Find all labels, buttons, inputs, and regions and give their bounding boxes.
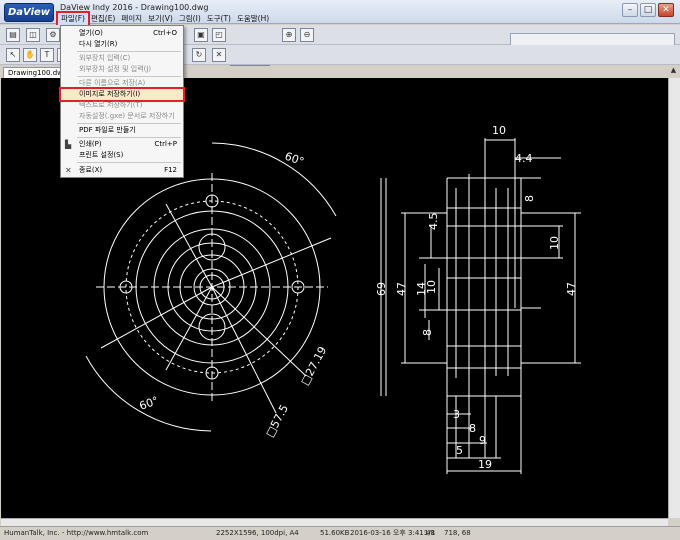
open-icon[interactable]: ▤ xyxy=(6,28,20,42)
menu-print[interactable]: ▙ 인쇄(P) Ctrl+P xyxy=(61,139,183,150)
vertical-scrollbar[interactable] xyxy=(668,78,680,518)
dim-10-top: 10 xyxy=(492,124,506,137)
dim-angle-bottom: 60° xyxy=(138,394,161,413)
menu-make-pdf[interactable]: PDF 파일로 만들기 xyxy=(61,125,183,136)
text-icon[interactable]: T xyxy=(40,48,54,62)
zoom-out-icon[interactable]: ⊖ xyxy=(300,28,314,42)
dim-10-mid: 10 xyxy=(425,280,438,294)
dim-10-right: 10 xyxy=(548,236,561,250)
menu-reopen[interactable]: 다시 열기(R) xyxy=(61,39,183,50)
window-title: DaView Indy 2016 - Drawing100.dwg xyxy=(60,3,209,12)
dim-8-bottom: 8 xyxy=(469,422,476,435)
status-info: 2252X1596, 100dpi, A4 xyxy=(216,529,299,537)
dim-9: 9 xyxy=(479,434,486,447)
menu-tools[interactable]: 도구(T) xyxy=(204,13,234,25)
menu-page[interactable]: 페이지 xyxy=(118,13,145,25)
dim-69: 69 xyxy=(375,282,388,296)
menu-file[interactable]: 파일(F) xyxy=(56,11,90,27)
menu-view[interactable]: 보기(V) xyxy=(145,13,176,25)
menu-separator xyxy=(77,137,181,138)
minimize-button[interactable]: – xyxy=(622,3,638,17)
dim-47-right: 47 xyxy=(565,282,578,296)
rotate-icon[interactable]: ↻ xyxy=(192,48,206,62)
app-logo: DaView xyxy=(4,3,54,22)
dim-44: 4.4 xyxy=(515,152,533,165)
dim-angle-top: 60° xyxy=(283,150,306,169)
status-company: HumanTalk, Inc. - http://www.hmtalk.com xyxy=(4,529,149,537)
status-size: 51.60KB xyxy=(320,529,350,537)
menu-save-as-text[interactable]: 텍스트로 저장하기(T) xyxy=(61,100,183,111)
menu-separator xyxy=(77,76,181,77)
menu-external-settings[interactable]: 외부장치 설정 및 입력(J) xyxy=(61,64,183,75)
printer-icon: ▙ xyxy=(65,140,72,149)
close-icon: ✕ xyxy=(65,166,72,175)
select-icon[interactable]: ↖ xyxy=(6,48,20,62)
status-date: 2016-03-16 오후 3:41:48 xyxy=(350,529,435,537)
menu-separator xyxy=(77,162,181,163)
dim-2719: □27.19 xyxy=(298,344,329,387)
menu-open[interactable]: 열기(O) Ctrl+O xyxy=(61,28,183,39)
menu-separator xyxy=(77,51,181,52)
horizontal-scrollbar[interactable] xyxy=(1,518,668,526)
hand-icon[interactable]: ✋ xyxy=(23,48,37,62)
menu-bar: 파일(F) 편집(E) 페이지 보기(V) 그림(I) 도구(T) 도움말(H) xyxy=(56,11,272,27)
menu-print-settings[interactable]: 프린트 설정(S) xyxy=(61,150,183,161)
menu-save-as-image[interactable]: 이미지로 저장하기(I) xyxy=(59,87,185,102)
close-button[interactable]: ✕ xyxy=(658,3,674,17)
menu-save-gxe[interactable]: 자동설정(.gxe) 문서로 저장하기 xyxy=(61,111,183,122)
menu-exit[interactable]: ✕ 종료(X) F12 xyxy=(61,165,183,176)
maximize-button[interactable]: □ xyxy=(640,3,656,17)
tab-scroll-icon[interactable]: ▲ xyxy=(668,66,679,78)
file-menu-dropdown: 열기(O) Ctrl+O 다시 열기(R) 외부장치 입력(C) 외부장치 설정 … xyxy=(59,25,185,178)
page-icon[interactable]: ◫ xyxy=(26,28,40,42)
delete-icon[interactable]: ✕ xyxy=(212,48,226,62)
menu-external-input[interactable]: 외부장치 입력(C) xyxy=(61,53,183,64)
dim-45: 4.5 xyxy=(427,213,440,231)
menu-image[interactable]: 그림(I) xyxy=(176,13,204,25)
dim-3: 3 xyxy=(453,408,460,421)
menu-separator xyxy=(77,123,181,124)
fit-icon[interactable]: ▣ xyxy=(194,28,208,42)
dim-47-left: 47 xyxy=(395,282,408,296)
menu-help[interactable]: 도움말(H) xyxy=(234,13,272,25)
zoom-in-icon[interactable]: ⊕ xyxy=(282,28,296,42)
dim-575: □57.5 xyxy=(263,402,291,439)
dim-8-low: 8 xyxy=(421,329,434,336)
status-page: 1/1 xyxy=(424,529,436,537)
dim-5: 5 xyxy=(456,444,463,457)
dim-19: 19 xyxy=(478,458,492,471)
settings-icon[interactable]: ⚙ xyxy=(46,28,60,42)
menu-edit[interactable]: 편집(E) xyxy=(88,13,118,25)
menu-save-as[interactable]: 다른 이름으로 저장(A) xyxy=(61,78,183,89)
dim-8-top: 8 xyxy=(523,195,536,202)
status-bar: HumanTalk, Inc. - http://www.hmtalk.com … xyxy=(0,526,680,540)
status-coords: 718, 68 xyxy=(444,529,471,537)
zoom-icon[interactable]: ◰ xyxy=(212,28,226,42)
